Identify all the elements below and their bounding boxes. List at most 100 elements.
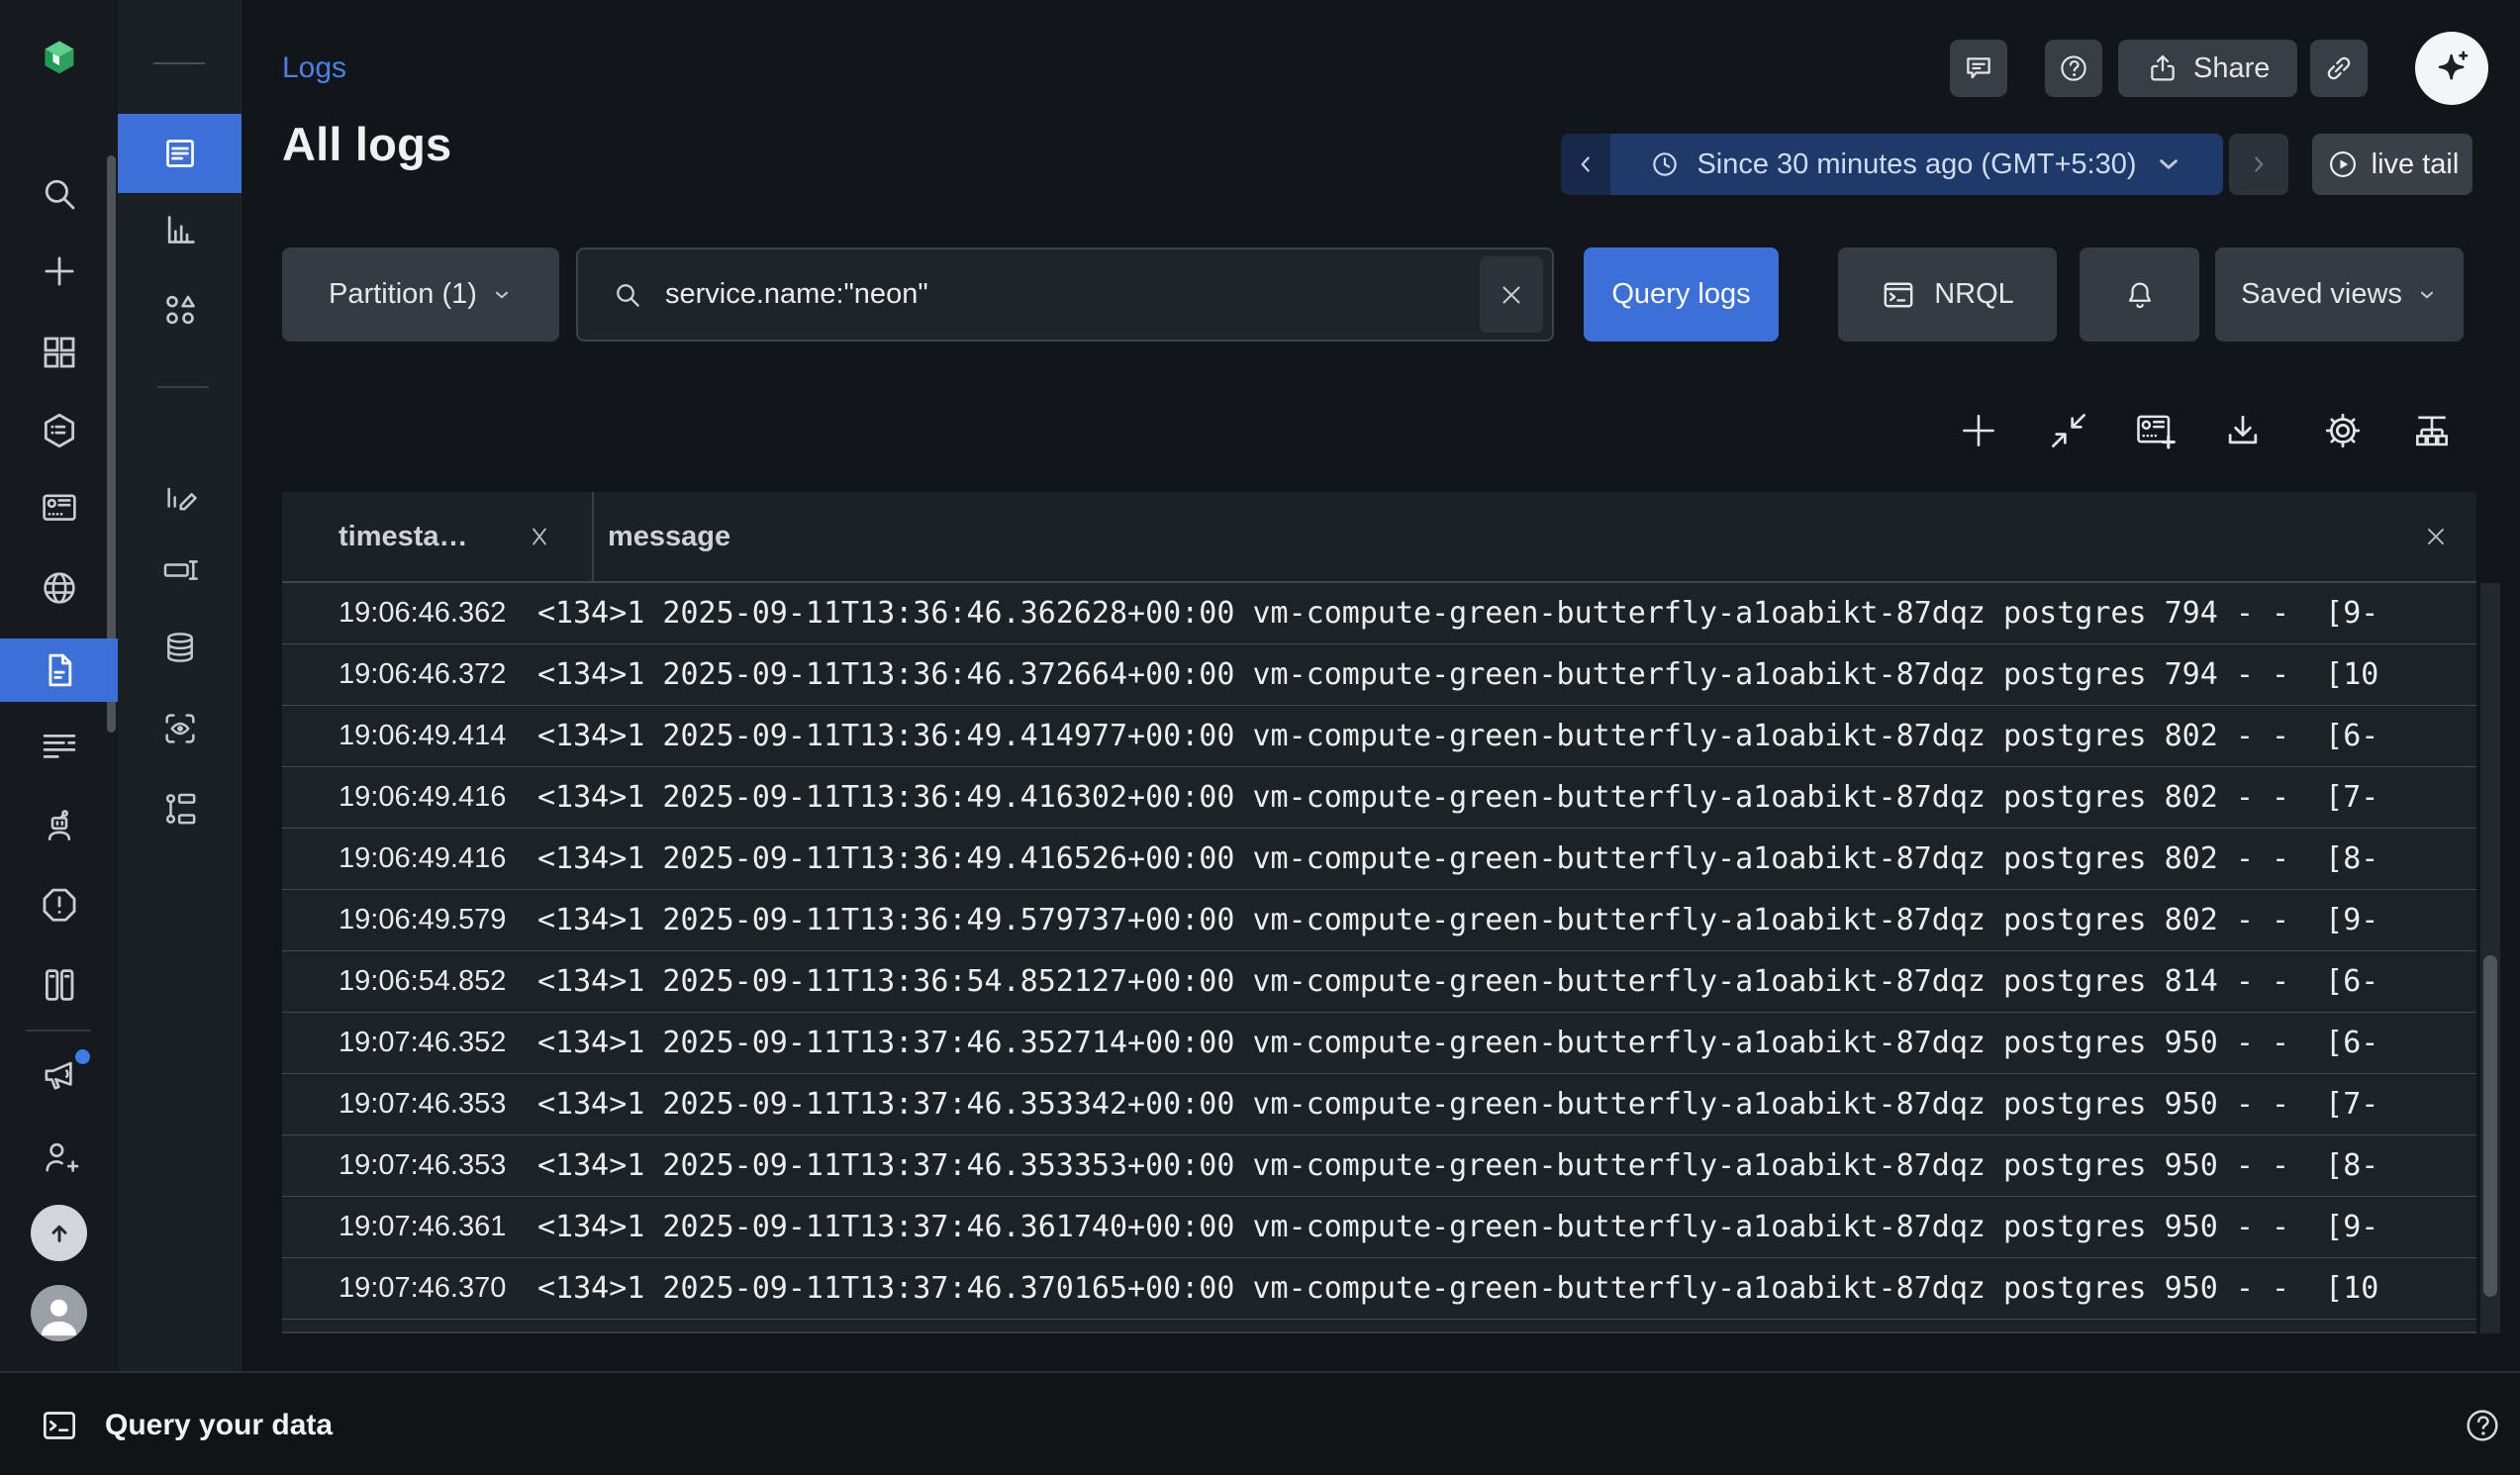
logs-nav-livetail[interactable] [118, 697, 242, 760]
log-document-icon [160, 134, 200, 173]
row-timestamp: 19:06:46.372 [282, 658, 537, 691]
table-row[interactable]: 19:06:49.416 <134>1 2025-09-11T13:36:49.… [282, 767, 2476, 829]
row-message: <134>1 2025-09-11T13:37:46.370165+00:00 … [537, 1271, 2476, 1306]
row-message: <134>1 2025-09-11T13:36:49.414977+00:00 … [537, 719, 2476, 753]
log-search-input[interactable] [665, 278, 1480, 311]
table-row[interactable]: 19:06:49.414 <134>1 2025-09-11T13:36:49.… [282, 706, 2476, 767]
remove-timestamp-column-button[interactable] [527, 524, 552, 549]
row-message: <134>1 2025-09-11T13:37:46.352714+00:00 … [537, 1026, 2476, 1060]
time-forward-button[interactable] [2229, 134, 2288, 195]
logs-nav-attributes[interactable] [118, 198, 242, 261]
alert-condition-button[interactable] [2080, 247, 2199, 342]
sidebar-item-apps[interactable] [0, 321, 118, 384]
table-row[interactable]: 19:06:46.362 <134>1 2025-09-11T13:36:46.… [282, 583, 2476, 644]
alert-octagon-icon [39, 884, 80, 926]
table-row[interactable]: 19:06:49.416 <134>1 2025-09-11T13:36:49.… [282, 829, 2476, 890]
sidebar-item-traces[interactable] [0, 714, 118, 777]
plus-icon [1957, 409, 2000, 452]
ai-assistant-button[interactable] [2415, 32, 2488, 105]
sidebar-item-ai-assistant[interactable] [0, 795, 118, 858]
new-relic-logo-icon [39, 37, 80, 78]
logs-nav-all-logs[interactable] [118, 114, 242, 193]
main-content: Logs All logs Share [242, 0, 2520, 1371]
query-logs-button[interactable]: Query logs [1584, 247, 1779, 342]
collapse-icon [2047, 409, 2090, 452]
message-column-label: message [608, 521, 730, 553]
table-row[interactable]: 19:07:46.361 <134>1 2025-09-11T13:37:46.… [282, 1197, 2476, 1258]
collapse-handle[interactable] [153, 62, 205, 64]
time-picker-button[interactable]: Since 30 minutes ago (GMT+5:30) [1610, 134, 2223, 195]
table-row-partial[interactable] [282, 1320, 2476, 1333]
logs-nav-patterns[interactable] [118, 278, 242, 342]
logs-nav-data-partitions[interactable] [118, 616, 242, 679]
partition-dropdown[interactable]: Partition (1) [282, 247, 559, 342]
table-row[interactable]: 19:07:46.353 <134>1 2025-09-11T13:37:46.… [282, 1135, 2476, 1197]
close-icon [1497, 280, 1526, 310]
download-icon [2221, 409, 2265, 452]
logs-nav-labels[interactable] [118, 539, 242, 602]
sidebar-item-alerts[interactable] [0, 873, 118, 936]
play-icon [2326, 148, 2360, 181]
upload-button[interactable] [31, 1205, 87, 1261]
dashboard-icon [39, 487, 80, 529]
query-your-data-button[interactable]: Query your data [40, 1373, 333, 1475]
breadcrumb-logs[interactable]: Logs [282, 51, 346, 85]
add-to-dashboard-button[interactable] [2133, 409, 2177, 452]
table-row[interactable]: 19:07:46.352 <134>1 2025-09-11T13:37:46.… [282, 1013, 2476, 1074]
sidebar-item-add[interactable] [0, 240, 118, 303]
log-lines-icon [39, 725, 80, 766]
share-button[interactable]: Share [2118, 40, 2297, 97]
nrql-button[interactable]: NRQL [1838, 247, 2057, 342]
database-icon [160, 628, 200, 667]
sidebar-divider [26, 1030, 91, 1032]
live-tail-button[interactable]: live tail [2312, 134, 2472, 195]
sidebar-item-search[interactable] [0, 162, 118, 226]
document-icon [39, 649, 80, 691]
query-your-data-label: Query your data [105, 1409, 333, 1442]
download-button[interactable] [2221, 409, 2265, 452]
help-icon [2057, 51, 2090, 85]
add-column-button[interactable] [1957, 409, 2000, 452]
sidebar-item-logs[interactable] [0, 639, 118, 702]
copy-link-button[interactable] [2310, 40, 2368, 97]
table-row[interactable]: 19:06:54.852 <134>1 2025-09-11T13:36:54.… [282, 951, 2476, 1013]
clock-icon [1649, 148, 1681, 180]
table-row[interactable]: 19:07:46.370 <134>1 2025-09-11T13:37:46.… [282, 1258, 2476, 1320]
chevron-right-icon [2246, 151, 2272, 177]
logs-nav-workflows[interactable] [118, 777, 242, 840]
primary-sidebar [0, 0, 118, 1371]
table-row[interactable]: 19:07:46.353 <134>1 2025-09-11T13:37:46.… [282, 1074, 2476, 1135]
saved-views-dropdown[interactable]: Saved views [2215, 247, 2464, 342]
feedback-button[interactable] [1950, 40, 2007, 97]
hexagon-list-icon [39, 410, 80, 451]
row-message: <134>1 2025-09-11T13:36:49.579737+00:00 … [537, 903, 2476, 937]
sidebar-item-dashboards[interactable] [0, 476, 118, 540]
sidebar-item-invite-user[interactable] [0, 1126, 118, 1189]
sidebar-item-announcements[interactable] [0, 1043, 118, 1107]
table-row[interactable]: 19:06:46.372 <134>1 2025-09-11T13:36:46.… [282, 644, 2476, 706]
table-scrollbar-thumb[interactable] [2483, 955, 2497, 1297]
query-bar: Query your data [0, 1371, 2520, 1475]
sidebar-item-service-levels[interactable] [0, 399, 118, 462]
bar-chart-icon [160, 210, 200, 249]
column-header-timestamp[interactable]: timesta… [282, 492, 594, 581]
user-avatar[interactable] [31, 1285, 87, 1341]
clear-search-button[interactable] [1480, 256, 1543, 333]
live-tail-label: live tail [2372, 148, 2460, 181]
collapse-view-button[interactable] [2047, 409, 2090, 452]
settings-button[interactable] [2321, 409, 2365, 452]
sidebar-item-browser[interactable] [0, 556, 118, 620]
row-message: <134>1 2025-09-11T13:37:46.353342+00:00 … [537, 1087, 2476, 1122]
group-columns-button[interactable] [2410, 409, 2454, 452]
time-back-button[interactable] [1561, 134, 1610, 195]
column-header-message[interactable]: message [594, 492, 2476, 581]
new-relic-logo[interactable] [0, 26, 118, 89]
logs-nav-create-chart[interactable] [118, 462, 242, 526]
row-message: <134>1 2025-09-11T13:37:46.353353+00:00 … [537, 1148, 2476, 1183]
log-table: timesta… message 19:06:46.362 <134>1 202… [282, 492, 2476, 1333]
footer-help-button[interactable] [2463, 1406, 2502, 1445]
remove-message-column-button[interactable] [2423, 524, 2449, 549]
sidebar-item-infrastructure[interactable] [0, 953, 118, 1017]
help-button[interactable] [2045, 40, 2102, 97]
table-row[interactable]: 19:06:49.579 <134>1 2025-09-11T13:36:49.… [282, 890, 2476, 951]
